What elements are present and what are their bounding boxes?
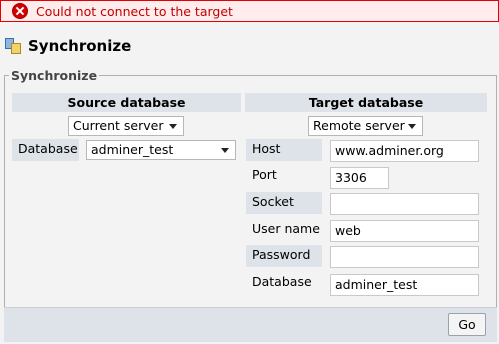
source-database-select[interactable]: adminer_test (86, 140, 236, 160)
host-label: Host (246, 139, 322, 161)
port-input[interactable]: 3306 (330, 167, 389, 189)
source-server-select[interactable]: Current server (68, 116, 184, 136)
target-server-select[interactable]: Remote server (308, 116, 423, 136)
chevron-down-icon (408, 124, 416, 129)
chevron-down-icon (169, 124, 177, 129)
source-database-value: adminer_test (91, 142, 174, 157)
footer-bar (4, 307, 497, 342)
target-database-heading: Target database (245, 93, 487, 112)
fieldset-legend: Synchronize (11, 68, 98, 83)
target-server-value: Remote server (313, 118, 405, 133)
error-message-text: Could not connect to the target (36, 3, 233, 19)
username-label: User name (252, 221, 320, 236)
page-header: Synchronize (4, 35, 131, 57)
source-database-label: Database (12, 139, 79, 161)
page-title: Synchronize (28, 37, 132, 55)
password-label: Password (246, 245, 322, 267)
password-input[interactable] (330, 246, 479, 268)
port-label: Port (252, 167, 277, 182)
socket-label: Socket (246, 192, 322, 214)
chevron-down-icon (221, 148, 229, 153)
go-button[interactable]: Go (448, 313, 486, 336)
target-database-label: Database (252, 274, 312, 289)
source-database-heading: Source database (12, 93, 241, 112)
host-input[interactable]: www.adminer.org (330, 140, 479, 162)
socket-input[interactable] (330, 193, 479, 215)
username-input[interactable]: web (330, 220, 479, 242)
error-icon (12, 3, 28, 19)
target-database-input[interactable]: adminer_test (330, 274, 479, 296)
error-message-bar: Could not connect to the target (0, 0, 499, 22)
source-server-value: Current server (73, 118, 164, 133)
synchronize-icon (4, 37, 22, 55)
